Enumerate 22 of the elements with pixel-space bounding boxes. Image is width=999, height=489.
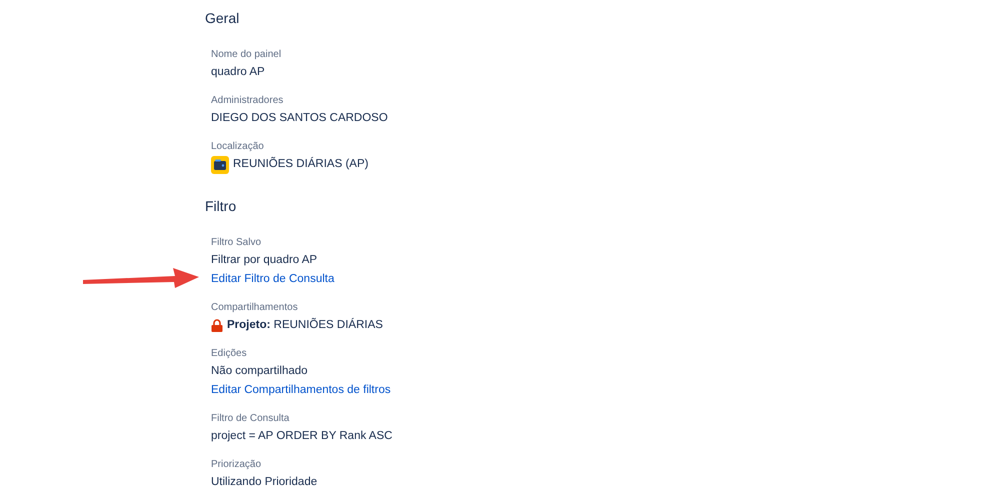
- field-label: Localização: [211, 140, 264, 154]
- field-value: REUNIÕES DIÁRIAS (AP): [233, 156, 368, 172]
- section-heading: Filtro: [205, 197, 236, 216]
- field-value: quadro AP: [211, 65, 265, 80]
- field-value: DIEGO DOS SANTOS CARDOSO: [211, 111, 388, 126]
- field-value: Utilizando Prioridade: [211, 475, 318, 489]
- field-value: project = AP ORDER BY Rank ASC: [211, 429, 392, 444]
- link[interactable]: Editar Compartilhamentos de filtros: [211, 381, 391, 400]
- field-label: Compartilhamentos: [211, 301, 298, 315]
- field-value: Não compartilhado: [211, 364, 308, 379]
- project-icon: [211, 156, 229, 174]
- section-heading: Geral: [205, 9, 240, 28]
- field-value: Projeto: REUNIÕES DIÁRIAS: [227, 317, 383, 333]
- lock-icon: [211, 319, 223, 332]
- field-label: Priorização: [211, 458, 262, 472]
- field-label: Nome do painel: [211, 48, 282, 62]
- link[interactable]: Editar Filtro de Consulta: [211, 270, 334, 289]
- field-label: Edições: [211, 347, 247, 361]
- field-label: Filtro Salvo: [211, 236, 262, 250]
- field-label: Administradores: [211, 94, 284, 108]
- field-label: Filtro de Consulta: [211, 412, 290, 426]
- field-value: Filtrar por quadro AP: [211, 253, 318, 268]
